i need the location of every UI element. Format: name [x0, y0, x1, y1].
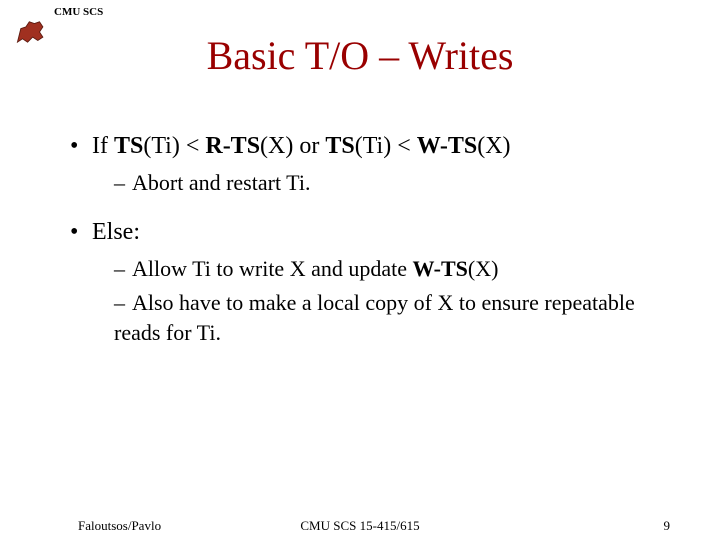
text: (X) [477, 133, 510, 159]
sub-bullet-allow-write: –Allow Ti to write X and update W-TS(X) [114, 254, 670, 284]
bullet-marker: • [70, 130, 92, 162]
text: (X) [468, 256, 499, 281]
text: (Ti) < [355, 133, 417, 159]
sub-bullet-abort: –Abort and restart Ti. [114, 168, 670, 198]
bullet-else: •Else: [70, 216, 670, 248]
text-bold: R-TS [205, 133, 260, 159]
footer-course: CMU SCS 15-415/615 [0, 518, 720, 534]
footer-page-number: 9 [664, 518, 671, 534]
text-bold: TS [114, 133, 143, 159]
text: Also have to make a local copy of X to e… [114, 290, 635, 345]
text: If [92, 133, 114, 159]
dash-marker: – [114, 168, 132, 198]
slide-body: •If TS(Ti) < R-TS(X) or TS(Ti) < W-TS(X)… [70, 130, 670, 352]
text-bold: TS [325, 133, 354, 159]
text-bold: W-TS [417, 133, 477, 159]
header-org-label: CMU SCS [54, 6, 103, 18]
text-bold: W-TS [413, 256, 468, 281]
slide: CMU SCS Basic T/O – Writes •If TS(Ti) < … [0, 0, 720, 540]
text: Abort and restart Ti. [132, 170, 310, 195]
text: (X) or [260, 133, 325, 159]
text: Allow Ti to write X and update [132, 256, 413, 281]
text: Else: [92, 219, 140, 245]
dash-marker: – [114, 254, 132, 284]
text: (Ti) < [143, 133, 205, 159]
bullet-condition: •If TS(Ti) < R-TS(X) or TS(Ti) < W-TS(X) [70, 130, 670, 162]
sub-bullet-local-copy: –Also have to make a local copy of X to … [114, 288, 670, 347]
bullet-marker: • [70, 216, 92, 248]
slide-title: Basic T/O – Writes [0, 32, 720, 79]
dash-marker: – [114, 288, 132, 318]
